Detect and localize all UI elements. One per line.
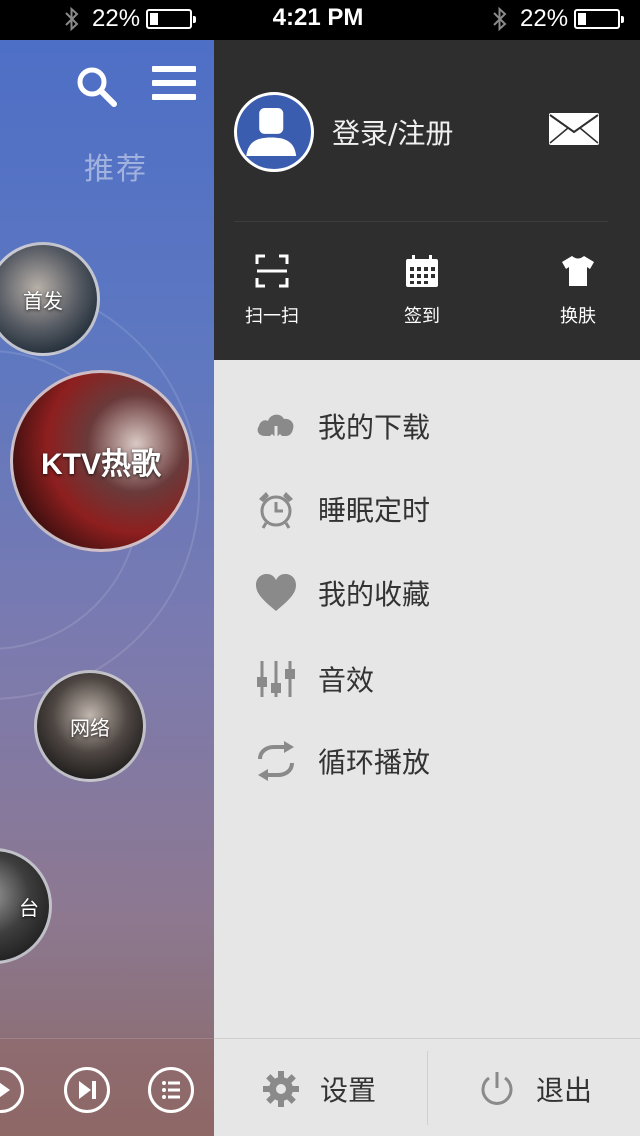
exit-button[interactable]: 退出: [478, 1069, 592, 1109]
power-icon: [481, 1072, 513, 1105]
mail-icon[interactable]: [548, 112, 600, 146]
alarm-clock-icon: [259, 492, 293, 529]
battery-percent: 22%: [520, 5, 569, 32]
repeat-icon: [258, 741, 294, 781]
menu-label: 循环播放: [318, 746, 431, 779]
menu-label: 睡眠定时: [318, 494, 431, 527]
menu-item-sound-effects[interactable]: 音效: [254, 649, 374, 709]
search-icon[interactable]: [74, 64, 118, 108]
checkin-label: 签到: [404, 306, 440, 327]
playlist-icon[interactable]: [148, 1067, 194, 1113]
bubble-ktv-hits[interactable]: KTV热歌: [10, 370, 192, 552]
calendar-icon: [406, 255, 438, 287]
bubble-label: 网络: [70, 715, 110, 740]
play-icon[interactable]: [0, 1067, 24, 1113]
shirt-icon: [562, 256, 594, 286]
settings-button[interactable]: 设置: [262, 1069, 376, 1109]
next-icon[interactable]: [64, 1067, 110, 1113]
side-drawer: 登录/注册 扫一扫 签到 换肤 我的下载 睡眠定时 我的收藏 音效 循环播放 设…: [214, 40, 640, 1136]
divider: [427, 1051, 428, 1125]
settings-label: 设置: [320, 1074, 377, 1107]
skin-label: 换肤: [560, 306, 596, 327]
menu-label: 我的收藏: [318, 578, 431, 611]
battery-icon: [574, 9, 625, 29]
menu-item-repeat[interactable]: 循环播放: [254, 731, 430, 791]
user-icon: [246, 107, 297, 157]
avatar[interactable]: [234, 92, 314, 172]
checkin-button[interactable]: 签到: [382, 254, 462, 328]
equalizer-icon: [257, 661, 295, 697]
scan-label: 扫一扫: [245, 306, 299, 327]
bluetooth-icon: [493, 6, 507, 32]
scan-button[interactable]: 扫一扫: [232, 254, 312, 328]
skin-button[interactable]: 换肤: [538, 254, 618, 328]
cloud-download-icon: [257, 414, 294, 443]
drawer-footer: 设置 退出: [214, 1038, 640, 1136]
bubble-network[interactable]: 网络: [34, 670, 146, 782]
bubble-label: 台: [19, 895, 39, 920]
recommend-title[interactable]: 推荐: [84, 144, 148, 188]
bubble-label: KTV热歌: [41, 448, 161, 481]
status-bar: 22% 4:21 PM 22%: [0, 0, 640, 40]
bubble-radio[interactable]: 台: [0, 848, 52, 964]
heart-icon: [256, 574, 296, 611]
bubble-label: 首发: [23, 288, 63, 313]
login-register-link[interactable]: 登录/注册: [332, 112, 453, 152]
menu-label: 我的下载: [318, 411, 431, 444]
menu-item-sleep-timer[interactable]: 睡眠定时: [254, 479, 430, 539]
divider: [234, 221, 608, 222]
exit-label: 退出: [536, 1074, 593, 1107]
player-bar: [0, 1038, 214, 1136]
menu-item-downloads[interactable]: 我的下载: [254, 396, 430, 456]
main-screen: 推荐 首发 KTV热歌 网络 台: [0, 40, 214, 1136]
menu-icon[interactable]: [152, 66, 196, 104]
menu-item-favorites[interactable]: 我的收藏: [254, 563, 430, 623]
menu-label: 音效: [318, 664, 375, 697]
drawer-header: 登录/注册 扫一扫 签到 换肤: [214, 40, 640, 360]
scan-icon: [255, 254, 289, 288]
status-right: 22%: [490, 5, 625, 33]
gear-icon: [263, 1071, 299, 1107]
